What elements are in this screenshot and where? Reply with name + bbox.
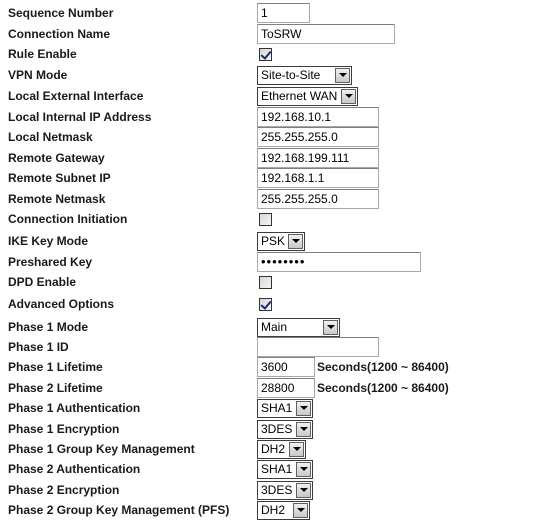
label-ike-key-mode: IKE Key Mode bbox=[8, 234, 89, 248]
phase1-enc-value: 3DES bbox=[261, 421, 293, 436]
vpn-mode-select[interactable]: Site-to-Site bbox=[257, 65, 352, 85]
connection-name-input[interactable]: ToSRW bbox=[257, 24, 395, 44]
phase2-lifetime-input[interactable]: 28800 bbox=[257, 378, 315, 398]
remote-netmask-input[interactable]: 255.255.255.0 bbox=[257, 189, 379, 209]
row-ike-key-mode: IKE Key Mode PSK bbox=[0, 231, 544, 251]
row-remote-subnet-ip: Remote Subnet IP 192.168.1.1 bbox=[0, 168, 544, 188]
row-connection-initiation: Connection Initiation bbox=[0, 209, 544, 229]
phase1-group-select[interactable]: DH2 bbox=[257, 439, 306, 459]
remote-gateway-input[interactable]: 192.168.199.111 bbox=[257, 148, 379, 168]
rule-enable-checkbox[interactable] bbox=[259, 47, 272, 61]
label-local-internal-ip: Local Internal IP Address bbox=[8, 110, 152, 124]
label-phase1-lifetime: Phase 1 Lifetime bbox=[8, 360, 103, 374]
row-phase1-lifetime: Phase 1 Lifetime 3600 Seconds(1200 ~ 864… bbox=[0, 357, 544, 377]
label-remote-gateway: Remote Gateway bbox=[8, 151, 105, 165]
phase1-auth-select[interactable]: SHA1 bbox=[257, 398, 313, 418]
chevron-down-icon[interactable] bbox=[335, 67, 350, 83]
label-advanced-options: Advanced Options bbox=[8, 297, 115, 311]
phase1-enc-select[interactable]: 3DES bbox=[257, 419, 313, 439]
label-phase1-mode: Phase 1 Mode bbox=[8, 320, 89, 334]
phase1-auth-value: SHA1 bbox=[261, 400, 293, 415]
phase2-group-value: DH2 bbox=[261, 502, 286, 517]
chevron-down-icon[interactable] bbox=[288, 233, 303, 249]
row-local-external-interface: Local External Interface Ethernet WAN bbox=[0, 86, 544, 106]
row-phase1-group: Phase 1 Group Key Management DH2 bbox=[0, 439, 544, 459]
chevron-down-icon[interactable] bbox=[289, 441, 304, 457]
label-connection-initiation: Connection Initiation bbox=[8, 212, 128, 226]
chevron-down-icon[interactable] bbox=[341, 88, 356, 104]
ike-key-mode-value: PSK bbox=[261, 233, 286, 248]
label-phase2-auth: Phase 2 Authentication bbox=[8, 462, 141, 476]
row-preshared-key: Preshared Key •••••••• bbox=[0, 252, 544, 272]
label-sequence-number: Sequence Number bbox=[8, 6, 114, 20]
row-phase1-enc: Phase 1 Encryption 3DES bbox=[0, 419, 544, 439]
label-phase2-enc: Phase 2 Encryption bbox=[8, 483, 120, 497]
phase1-group-value: DH2 bbox=[261, 441, 286, 456]
chevron-down-icon[interactable] bbox=[296, 400, 311, 416]
chevron-down-icon[interactable] bbox=[323, 319, 338, 335]
row-phase1-id: Phase 1 ID bbox=[0, 337, 544, 357]
chevron-down-icon[interactable] bbox=[296, 461, 311, 477]
local-internal-ip-input[interactable]: 192.168.10.1 bbox=[257, 107, 379, 127]
row-phase2-group: Phase 2 Group Key Management (PFS) DH2 bbox=[0, 500, 544, 520]
label-phase1-auth: Phase 1 Authentication bbox=[8, 401, 141, 415]
phase2-auth-value: SHA1 bbox=[261, 461, 293, 476]
row-phase1-auth: Phase 1 Authentication SHA1 bbox=[0, 398, 544, 418]
phase1-mode-select[interactable]: Main bbox=[257, 317, 340, 337]
row-rule-enable: Rule Enable bbox=[0, 44, 544, 64]
label-preshared-key: Preshared Key bbox=[8, 255, 93, 269]
row-advanced-options: Advanced Options bbox=[0, 294, 544, 314]
label-local-external-interface: Local External Interface bbox=[8, 89, 144, 103]
connection-initiation-checkbox[interactable] bbox=[259, 212, 272, 226]
phase1-mode-value: Main bbox=[261, 319, 288, 334]
preshared-key-input[interactable]: •••••••• bbox=[257, 252, 421, 272]
label-phase2-lifetime: Phase 2 Lifetime bbox=[8, 381, 103, 395]
local-external-interface-value: Ethernet WAN bbox=[261, 88, 338, 103]
row-phase1-mode: Phase 1 Mode Main bbox=[0, 317, 544, 337]
phase1-lifetime-hint: Seconds(1200 ~ 86400) bbox=[317, 360, 449, 374]
remote-subnet-ip-input[interactable]: 192.168.1.1 bbox=[257, 168, 379, 188]
phase2-enc-value: 3DES bbox=[261, 482, 293, 497]
label-connection-name: Connection Name bbox=[8, 27, 111, 41]
phase2-group-select[interactable]: DH2 bbox=[257, 500, 310, 520]
label-vpn-mode: VPN Mode bbox=[8, 68, 68, 82]
row-sequence-number: Sequence Number 1 bbox=[0, 3, 544, 23]
row-phase2-enc: Phase 2 Encryption 3DES bbox=[0, 480, 544, 500]
ike-key-mode-select[interactable]: PSK bbox=[257, 231, 305, 251]
label-phase1-group: Phase 1 Group Key Management bbox=[8, 442, 195, 456]
row-remote-gateway: Remote Gateway 192.168.199.111 bbox=[0, 148, 544, 168]
row-dpd-enable: DPD Enable bbox=[0, 272, 544, 292]
vpn-mode-value: Site-to-Site bbox=[261, 67, 321, 82]
local-external-interface-select[interactable]: Ethernet WAN bbox=[257, 86, 358, 106]
chevron-down-icon[interactable] bbox=[296, 421, 311, 437]
local-netmask-input[interactable]: 255.255.255.0 bbox=[257, 127, 379, 147]
dpd-enable-checkbox[interactable] bbox=[259, 275, 272, 289]
chevron-down-icon[interactable] bbox=[296, 482, 311, 498]
label-local-netmask: Local Netmask bbox=[8, 130, 93, 144]
row-vpn-mode: VPN Mode Site-to-Site bbox=[0, 65, 544, 85]
label-phase1-enc: Phase 1 Encryption bbox=[8, 422, 120, 436]
label-dpd-enable: DPD Enable bbox=[8, 275, 77, 289]
phase2-enc-select[interactable]: 3DES bbox=[257, 480, 313, 500]
chevron-down-icon[interactable] bbox=[293, 502, 308, 518]
row-phase2-auth: Phase 2 Authentication SHA1 bbox=[0, 459, 544, 479]
label-phase2-group: Phase 2 Group Key Management (PFS) bbox=[8, 503, 230, 517]
row-local-internal-ip: Local Internal IP Address 192.168.10.1 bbox=[0, 107, 544, 127]
phase1-id-input[interactable] bbox=[257, 337, 379, 357]
row-phase2-lifetime: Phase 2 Lifetime 28800 Seconds(1200 ~ 86… bbox=[0, 378, 544, 398]
phase1-lifetime-input[interactable]: 3600 bbox=[257, 357, 315, 377]
label-rule-enable: Rule Enable bbox=[8, 47, 77, 61]
advanced-options-checkbox[interactable] bbox=[259, 297, 272, 311]
row-remote-netmask: Remote Netmask 255.255.255.0 bbox=[0, 189, 544, 209]
phase2-auth-select[interactable]: SHA1 bbox=[257, 459, 313, 479]
label-phase1-id: Phase 1 ID bbox=[8, 340, 69, 354]
label-remote-subnet-ip: Remote Subnet IP bbox=[8, 171, 111, 185]
row-local-netmask: Local Netmask 255.255.255.0 bbox=[0, 127, 544, 147]
phase2-lifetime-hint: Seconds(1200 ~ 86400) bbox=[317, 381, 449, 395]
row-connection-name: Connection Name ToSRW bbox=[0, 24, 544, 44]
label-remote-netmask: Remote Netmask bbox=[8, 192, 106, 206]
sequence-number-input[interactable]: 1 bbox=[257, 3, 310, 23]
